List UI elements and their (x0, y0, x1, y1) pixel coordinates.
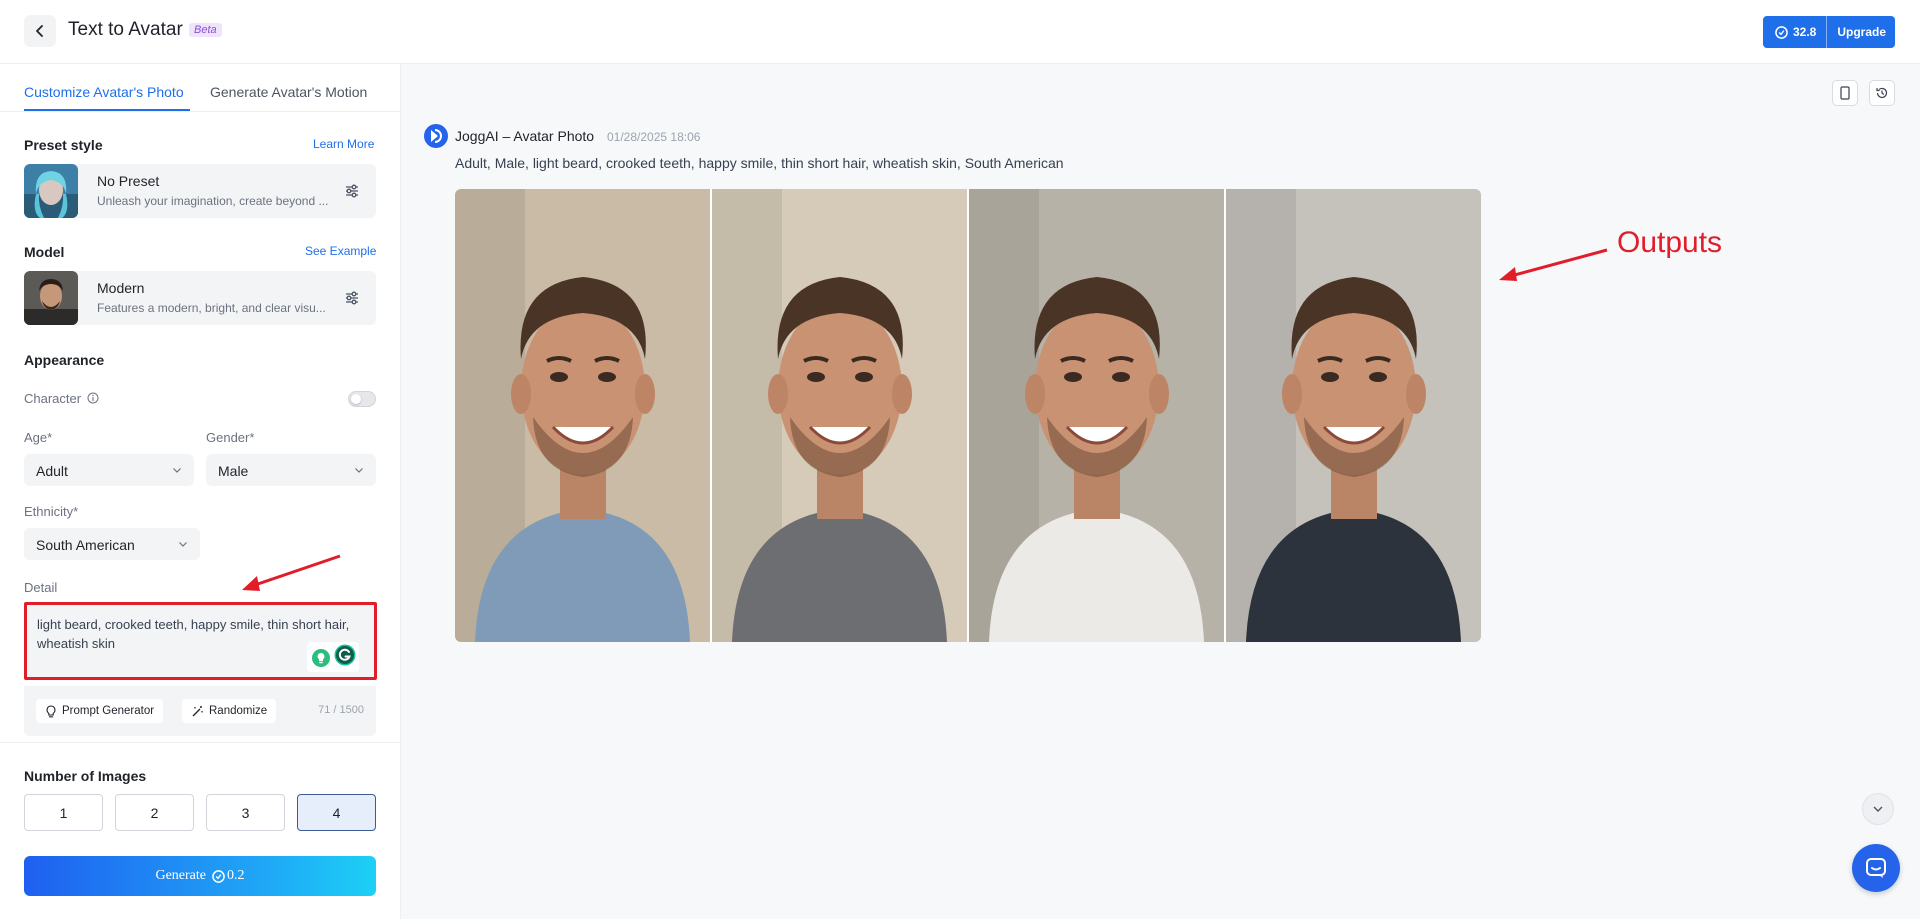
adjust-settings-icon[interactable] (344, 290, 360, 306)
generate-button[interactable]: Generate 0.2 (24, 856, 376, 896)
number-of-images-label: Number of Images (24, 768, 147, 784)
chevron-down-icon (179, 542, 187, 547)
joggai-logo-icon (424, 124, 448, 148)
credits-value: 32.8 (1793, 25, 1817, 39)
age-value: Adult (36, 463, 68, 479)
credits-display[interactable]: 32.8 (1763, 16, 1828, 48)
active-tab-indicator (24, 109, 190, 111)
randomize-label: Randomize (209, 705, 268, 717)
images-option-3[interactable]: 3 (206, 794, 285, 831)
gender-label: Gender* (206, 430, 255, 445)
tablet-icon (1840, 86, 1850, 100)
scroll-down-button[interactable] (1862, 793, 1894, 825)
tab-customize-photo[interactable]: Customize Avatar's Photo (24, 84, 184, 100)
chat-icon (1866, 858, 1886, 878)
model-title: Modern (97, 280, 145, 296)
character-label-text: Character (24, 391, 82, 406)
chevron-down-icon (173, 468, 181, 473)
randomize-button[interactable]: Randomize (182, 699, 277, 723)
model-card[interactable]: Modern Features a modern, bright, and cl… (24, 271, 376, 325)
chevron-left-icon (36, 25, 43, 37)
output-image-4[interactable] (1226, 189, 1481, 642)
gender-value: Male (218, 463, 249, 479)
see-example-link[interactable]: See Example (305, 244, 376, 258)
appearance-label: Appearance (24, 352, 105, 368)
chevron-down-icon (1873, 806, 1883, 812)
model-description: Features a modern, bright, and clear vis… (97, 301, 326, 315)
support-chat-button[interactable] (1852, 844, 1900, 892)
ethnicity-label: Ethnicity* (24, 504, 79, 519)
result-timestamp: 01/28/2025 18:06 (607, 130, 701, 144)
character-toggle[interactable] (348, 391, 376, 407)
credits-upgrade-button[interactable]: 32.8 Upgrade (1763, 16, 1895, 48)
upgrade-button[interactable]: Upgrade (1827, 25, 1896, 39)
model-thumbnail (24, 271, 78, 325)
annotation-arrow-outputs (1499, 248, 1608, 281)
preset-thumbnail (24, 164, 78, 218)
character-counter: 71 / 1500 (318, 704, 364, 716)
output-image-3[interactable] (969, 189, 1224, 642)
images-option-1[interactable]: 1 (24, 794, 103, 831)
model-label: Model (24, 244, 65, 260)
generate-cost: 0.2 (227, 868, 245, 883)
output-image-2[interactable] (712, 189, 967, 642)
chevron-down-icon (355, 468, 363, 473)
tab-generate-motion[interactable]: Generate Avatar's Motion (210, 84, 367, 100)
tab-bar: Customize Avatar's Photo Generate Avatar… (0, 64, 400, 112)
ethnicity-select[interactable]: South American (24, 528, 200, 560)
generate-label: Generate (155, 868, 207, 883)
images-option-4[interactable]: 4 (297, 794, 376, 831)
annotation-outputs-label: Outputs (1617, 226, 1723, 259)
output-image-1[interactable] (455, 189, 710, 642)
age-label: Age* (24, 430, 53, 445)
age-select[interactable]: Adult (24, 454, 194, 486)
preset-title: No Preset (97, 173, 160, 189)
device-view-button[interactable] (1832, 80, 1858, 106)
back-button[interactable] (24, 15, 56, 47)
annotation-arrow-detail (242, 554, 341, 591)
section-divider (0, 742, 400, 743)
result-source: JoggAI – Avatar Photo (455, 128, 595, 144)
character-label: Character (24, 391, 99, 406)
coin-icon (212, 869, 225, 883)
preset-description: Unleash your imagination, create beyond … (97, 194, 329, 208)
bulb-assist-icon[interactable] (311, 648, 331, 668)
result-prompt: Adult, Male, light beard, crooked teeth,… (455, 155, 1064, 171)
prompt-generator-button[interactable]: Prompt Generator (36, 699, 164, 723)
detail-toolbar: Prompt Generator Randomize 71 / 1500 (24, 686, 376, 736)
images-option-2[interactable]: 2 (115, 794, 194, 831)
info-icon[interactable] (87, 392, 99, 404)
page-title: Text to Avatar (68, 19, 183, 40)
beta-badge: Beta (189, 23, 222, 37)
grammarly-icon[interactable] (334, 644, 356, 666)
prompt-generator-label: Prompt Generator (62, 705, 155, 717)
output-gallery (455, 189, 1481, 642)
writing-assistant-widget[interactable] (307, 642, 359, 672)
top-bar: Text to Avatar Beta 32.8 Upgrade (0, 0, 1920, 64)
lightbulb-icon (46, 704, 56, 717)
ethnicity-value: South American (36, 537, 135, 553)
learn-more-link[interactable]: Learn More (313, 137, 374, 151)
adjust-settings-icon[interactable] (344, 183, 360, 199)
gender-select[interactable]: Male (206, 454, 376, 486)
preset-style-label: Preset style (24, 137, 103, 153)
detail-textarea[interactable]: light beard, crooked teeth, happy smile,… (24, 602, 377, 680)
coin-icon (1775, 25, 1788, 39)
history-icon (1876, 87, 1888, 99)
magic-wand-icon (192, 705, 203, 716)
history-button[interactable] (1869, 80, 1895, 106)
preset-style-card[interactable]: No Preset Unleash your imagination, crea… (24, 164, 376, 218)
detail-label: Detail (24, 580, 58, 595)
